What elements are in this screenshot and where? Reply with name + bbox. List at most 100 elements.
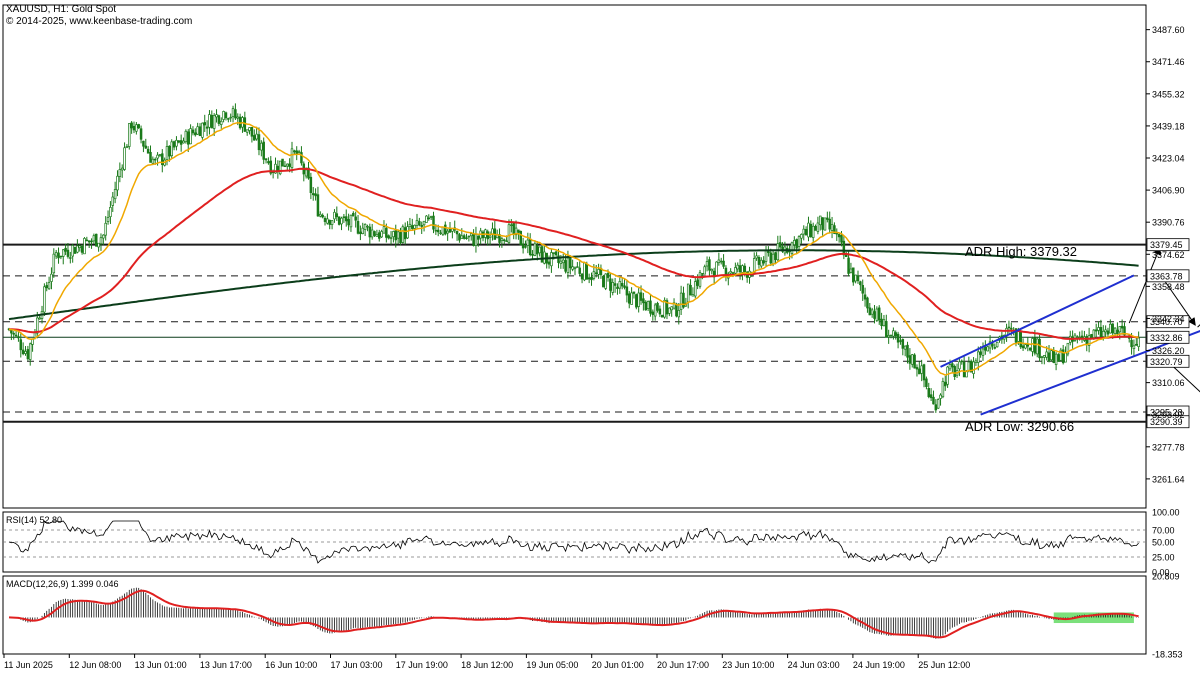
candle-body: [962, 361, 966, 378]
candle-body: [623, 285, 626, 288]
candle-body: [1052, 349, 1055, 363]
candle-body: [576, 266, 579, 268]
candle-body: [250, 127, 254, 137]
candle-body: [1097, 327, 1100, 331]
candle: [993, 343, 997, 350]
candle-body: [910, 354, 914, 365]
candle-body: [123, 147, 126, 170]
candle: [561, 253, 565, 269]
candle: [1083, 330, 1086, 342]
rsi-title: RSI(14) 52.80: [6, 515, 62, 525]
candle: [835, 228, 839, 241]
candle: [736, 262, 739, 273]
candle-body: [552, 252, 556, 254]
candle: [45, 281, 48, 292]
candle-body: [429, 216, 433, 218]
candle: [776, 235, 780, 262]
candle: [309, 172, 313, 200]
candle-body: [212, 115, 216, 129]
candle: [92, 233, 96, 244]
candle-body: [337, 216, 341, 225]
candle: [870, 307, 874, 318]
candle-body: [349, 214, 353, 228]
candle-body: [21, 349, 25, 355]
candle: [349, 214, 353, 232]
candle-body: [474, 234, 478, 246]
candle-body: [45, 285, 48, 289]
candle: [668, 307, 671, 317]
candle: [469, 233, 473, 241]
level-label: 3332.86: [1150, 333, 1183, 343]
y-tick-label: 3487.60: [1152, 25, 1185, 35]
candle: [429, 215, 433, 220]
candle: [224, 111, 228, 121]
candle-body: [116, 175, 119, 191]
candle-body: [587, 277, 591, 280]
candle-body: [170, 141, 173, 157]
candle-body: [335, 213, 339, 218]
candle: [651, 309, 655, 321]
candle-body: [1137, 337, 1140, 347]
candle: [793, 236, 796, 252]
candle-body: [866, 297, 869, 309]
candle: [519, 230, 523, 246]
candle-body: [392, 231, 395, 238]
candle: [123, 142, 126, 171]
candle: [1059, 347, 1063, 362]
candle: [995, 341, 999, 348]
candle-body: [1035, 338, 1039, 355]
candle-body: [1064, 352, 1067, 363]
candle: [526, 232, 530, 254]
candle-body: [359, 231, 362, 235]
candle: [1087, 327, 1091, 353]
candle-body: [814, 225, 817, 231]
candle: [828, 211, 831, 234]
candle-body: [885, 321, 888, 338]
candle-body: [477, 235, 480, 240]
candle: [670, 306, 673, 317]
candle-body: [611, 282, 614, 293]
candle: [611, 278, 614, 296]
candle-body: [1130, 339, 1133, 348]
x-tick-label: 23 Jun 10:00: [722, 660, 774, 670]
candle: [1106, 327, 1110, 337]
candle: [406, 221, 409, 239]
candle: [885, 314, 888, 338]
candle: [866, 296, 869, 313]
candle: [484, 228, 487, 244]
candle-body: [139, 128, 143, 140]
candle: [234, 103, 237, 120]
candle-body: [1090, 334, 1093, 339]
candle: [24, 346, 27, 356]
candle-body: [627, 293, 631, 304]
candle: [451, 228, 454, 239]
candle-body: [106, 217, 110, 222]
candle: [170, 139, 173, 159]
candle-body: [1116, 329, 1119, 335]
candle: [356, 215, 360, 235]
rsi-tick-label: 50.00: [1152, 538, 1175, 548]
candle-body: [135, 124, 138, 132]
candle-body: [198, 126, 202, 137]
candle-body: [363, 223, 367, 230]
candle-body: [97, 242, 100, 248]
candle-body: [1118, 326, 1122, 333]
candle: [1085, 334, 1089, 352]
candle: [26, 345, 30, 361]
candle-body: [208, 114, 211, 128]
candle: [618, 277, 622, 294]
candle-body: [715, 261, 718, 277]
candle-body: [918, 368, 921, 375]
candle: [257, 127, 261, 156]
y-tick-label: 3471.46: [1152, 57, 1185, 67]
candle-body: [102, 234, 105, 239]
candle-body: [967, 361, 971, 371]
candle-body: [602, 276, 605, 288]
candle-body: [790, 242, 794, 254]
candle-body: [694, 281, 697, 297]
candle-body: [1007, 326, 1011, 329]
candle-body: [826, 217, 829, 220]
candle: [139, 125, 143, 144]
candle-body: [661, 314, 664, 318]
candle: [203, 114, 206, 132]
